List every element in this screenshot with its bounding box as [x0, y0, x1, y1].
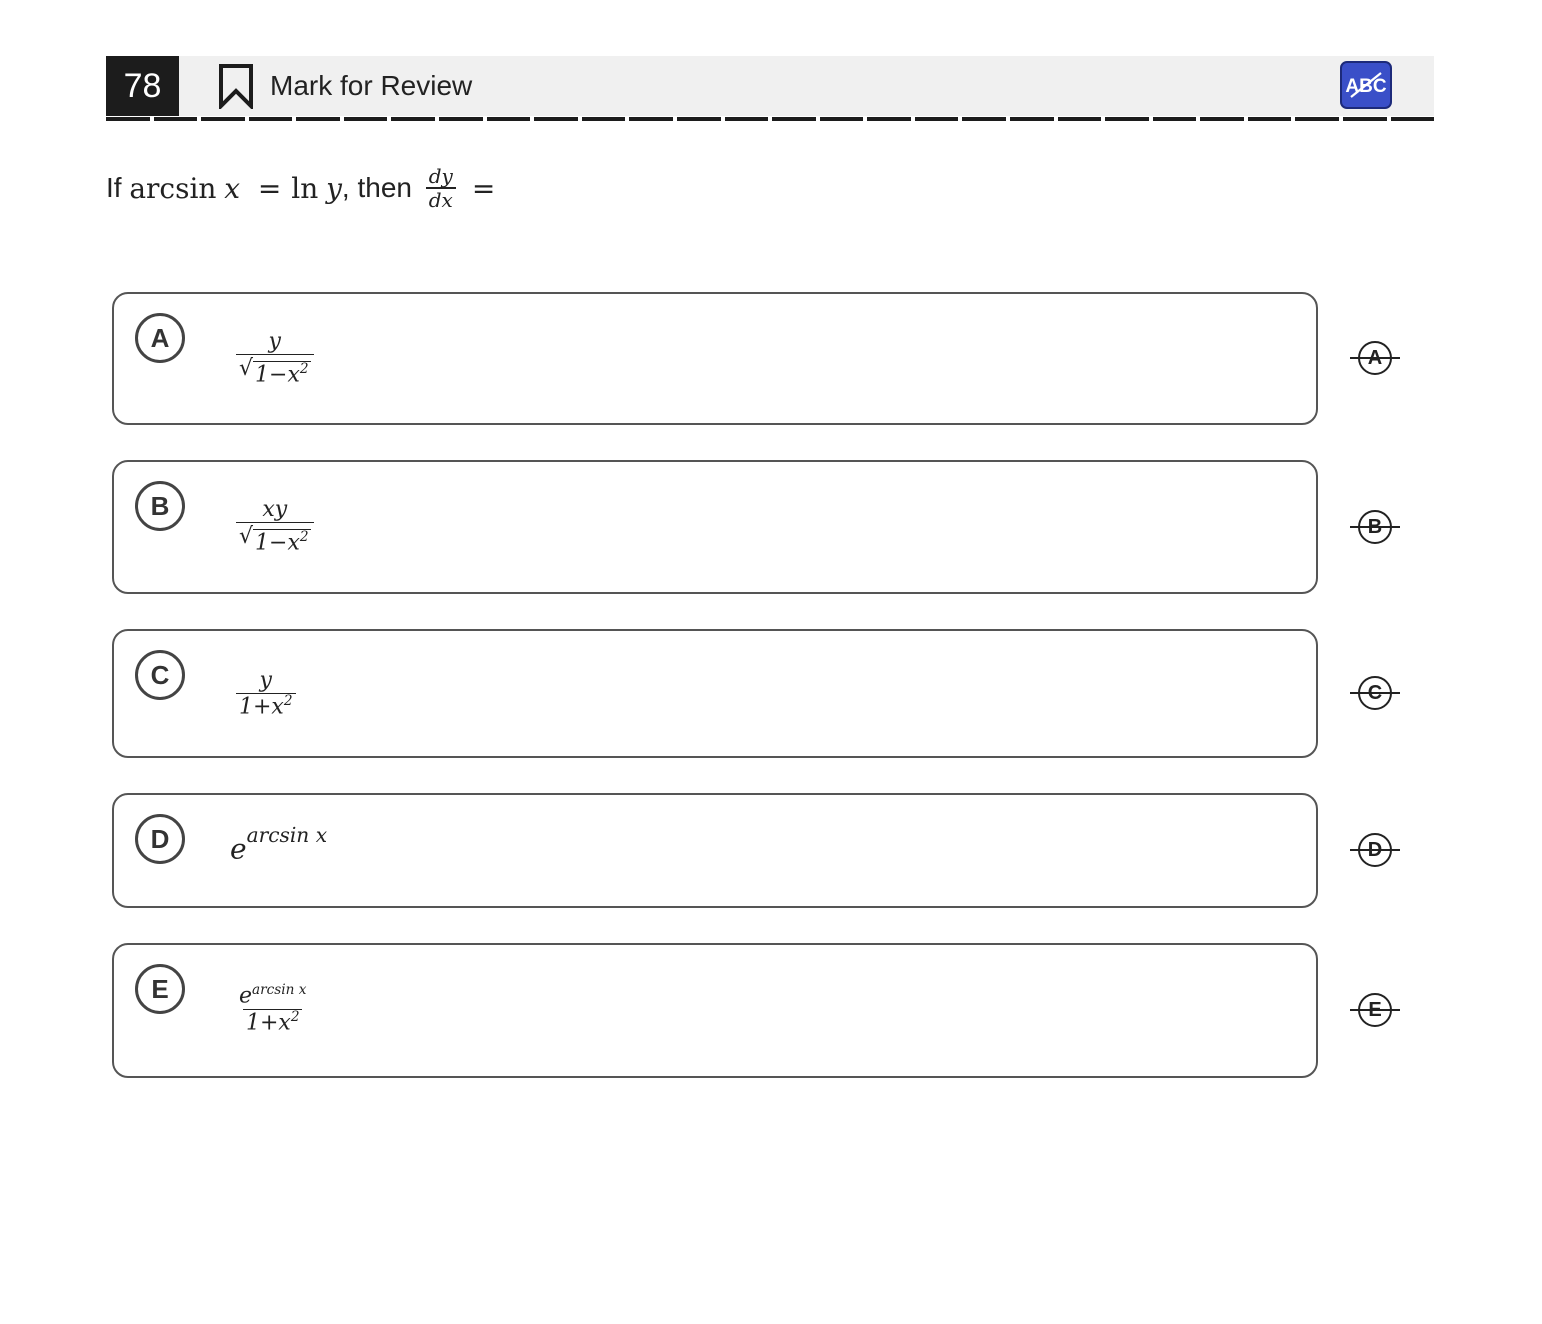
progress-segment: [343, 117, 388, 121]
progress-segment: [867, 117, 911, 121]
ln-operator: ln: [291, 171, 319, 205]
derivative-denominator: dx: [425, 186, 456, 212]
question-prefix: If: [106, 172, 122, 203]
progress-segment: [248, 117, 293, 121]
choice-letter-d: D: [135, 814, 185, 864]
choice-e-expression: earcsin x 1+x2: [239, 982, 307, 1035]
progress-segment: [534, 117, 578, 121]
progress-dashes: [106, 117, 1435, 123]
abc-strikethrough-icon: ABC: [1345, 72, 1387, 98]
strikethrough-icon: [1350, 1009, 1400, 1011]
question-stem: If arcsin x = ln y, then dy dx =: [106, 158, 495, 218]
question-header: 78 Mark for Review ABC: [106, 56, 1434, 116]
progress-segment: [391, 117, 436, 121]
then-text: , then: [341, 172, 412, 203]
progress-segment: [1200, 117, 1244, 121]
progress-segment: [629, 117, 673, 121]
strikethrough-icon: [1350, 849, 1400, 851]
arcsin-operator: arcsin: [129, 171, 217, 205]
choice-b-expression: xy √ 1−x2: [230, 497, 320, 556]
square-root: √ 1−x2: [239, 524, 311, 556]
choice-c-expression: y 1+x2: [230, 668, 302, 720]
progress-segment: [962, 117, 1006, 121]
choice-a-numerator: y: [268, 329, 281, 354]
eliminate-choice-c[interactable]: C: [1350, 675, 1400, 711]
choice-a-expression: y √ 1−x2: [230, 329, 320, 388]
choice-letter-a: A: [135, 313, 185, 363]
answer-choice-b[interactable]: B xy √ 1−x2: [112, 460, 1318, 594]
derivative-numerator: dy: [428, 163, 453, 188]
progress-segment: [819, 117, 864, 121]
progress-segment: [296, 117, 340, 121]
progress-segment: [772, 117, 816, 121]
variable-y: y: [326, 171, 342, 205]
choice-a-denominator: 1−x: [255, 362, 300, 388]
answer-choice-a[interactable]: A y √ 1−x2: [112, 292, 1318, 425]
choice-b-numerator: xy: [262, 497, 288, 522]
choice-e-numerator-exponent: arcsin x: [252, 982, 307, 998]
eliminate-choice-e[interactable]: E: [1350, 992, 1400, 1028]
progress-segment: [1152, 117, 1197, 121]
progress-segment: [1247, 117, 1292, 121]
choice-c-denominator: 1+x: [239, 694, 284, 720]
answer-choice-e[interactable]: E earcsin x 1+x2: [112, 943, 1318, 1078]
question-number: 78: [106, 56, 179, 116]
choice-b-denominator: 1−x: [255, 530, 300, 556]
mark-for-review-label: Mark for Review: [270, 70, 473, 101]
progress-segment: [1343, 117, 1387, 121]
choice-letter-b: B: [135, 481, 185, 531]
choice-d-exponent: arcsin x: [246, 823, 328, 847]
progress-segment: [201, 117, 245, 121]
progress-segment: [914, 117, 959, 121]
choice-c-numerator: y: [259, 668, 272, 693]
progress-segment: [1390, 117, 1435, 121]
choice-e-numerator-base: e: [239, 983, 253, 1009]
choice-d-expression: earcsin x: [230, 823, 327, 866]
svg-text:ABC: ABC: [1345, 76, 1386, 97]
strikethrough-icon: [1350, 692, 1400, 694]
eliminate-choice-b[interactable]: B: [1350, 509, 1400, 545]
progress-segment: [1105, 117, 1149, 121]
mark-for-review-button[interactable]: Mark for Review: [218, 62, 472, 110]
choice-letter-e: E: [135, 964, 185, 1014]
progress-segment: [676, 117, 721, 121]
trailing-equals-sign: =: [471, 171, 496, 205]
progress-segment: [153, 117, 198, 121]
choice-d-base: e: [230, 832, 247, 866]
progress-segment: [581, 117, 626, 121]
equals-sign: =: [257, 171, 282, 205]
choice-e-denominator: 1+x: [245, 1009, 291, 1035]
strikethrough-icon: [1350, 526, 1400, 528]
eliminate-choice-d[interactable]: D: [1350, 832, 1400, 868]
answer-choice-d[interactable]: D earcsin x: [112, 793, 1318, 908]
answer-choice-c[interactable]: C y 1+x2: [112, 629, 1318, 758]
bookmark-icon: [219, 64, 253, 109]
progress-segment: [439, 117, 483, 121]
progress-segment: [1295, 117, 1340, 121]
choice-letter-c: C: [135, 650, 185, 700]
progress-segment: [1057, 117, 1102, 121]
square-root: √ 1−x2: [239, 356, 311, 388]
progress-segment: [106, 117, 150, 121]
progress-segment: [1009, 117, 1054, 121]
variable-x: x: [224, 171, 241, 205]
progress-segment: [486, 117, 531, 121]
derivative-fraction: dy dx: [425, 163, 456, 212]
eliminate-choice-a[interactable]: A: [1350, 340, 1400, 376]
strikethrough-icon: [1350, 357, 1400, 359]
progress-segment: [724, 117, 769, 121]
answer-eliminator-toggle[interactable]: ABC: [1340, 61, 1392, 109]
